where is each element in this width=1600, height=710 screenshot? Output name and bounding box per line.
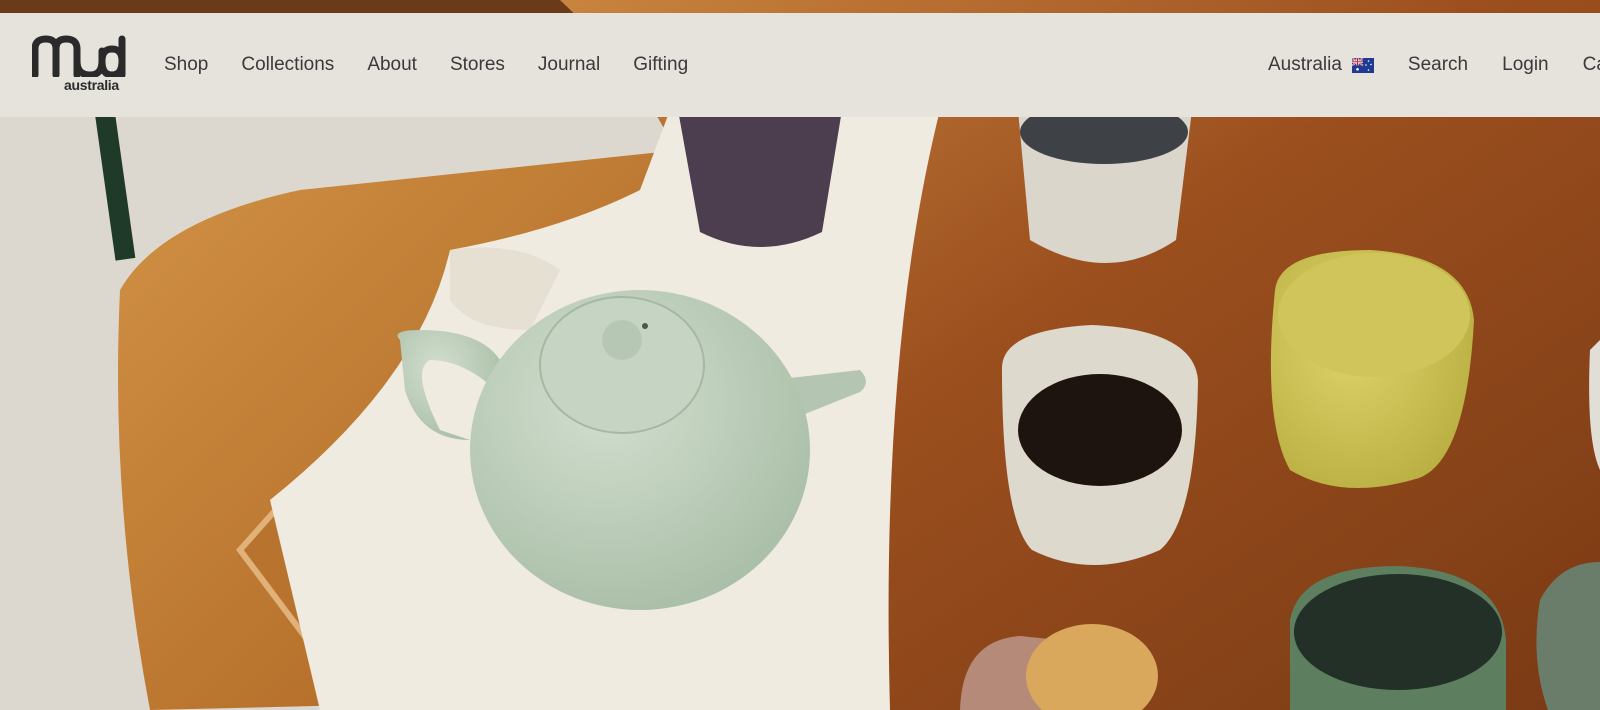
nav-collections[interactable]: Collections <box>241 54 334 76</box>
nav-journal[interactable]: Journal <box>538 54 600 76</box>
mud-australia-logo-icon <box>32 35 126 77</box>
nav-stores[interactable]: Stores <box>450 54 505 76</box>
nav-about[interactable]: About <box>367 54 417 76</box>
nav-shop[interactable]: Shop <box>164 54 208 76</box>
primary-nav: Shop Collections About Stores Journal Gi… <box>164 13 721 117</box>
australian-flag-icon <box>1351 57 1374 73</box>
site-header: australia Shop Collections About Stores … <box>0 13 1600 117</box>
brand-logo[interactable]: australia <box>32 35 128 99</box>
region-label: Australia <box>1268 54 1342 75</box>
search-link[interactable]: Search <box>1408 54 1468 76</box>
nav-gifting[interactable]: Gifting <box>633 54 688 76</box>
page: australia Shop Collections About Stores … <box>0 0 1600 710</box>
secondary-nav: Australia Search Login Cart <box>1268 13 1600 117</box>
login-link[interactable]: Login <box>1502 54 1549 76</box>
cart-link[interactable]: Cart <box>1583 54 1600 76</box>
region-selector[interactable]: Australia <box>1268 54 1374 76</box>
logo-subtitle: australia <box>64 77 119 93</box>
